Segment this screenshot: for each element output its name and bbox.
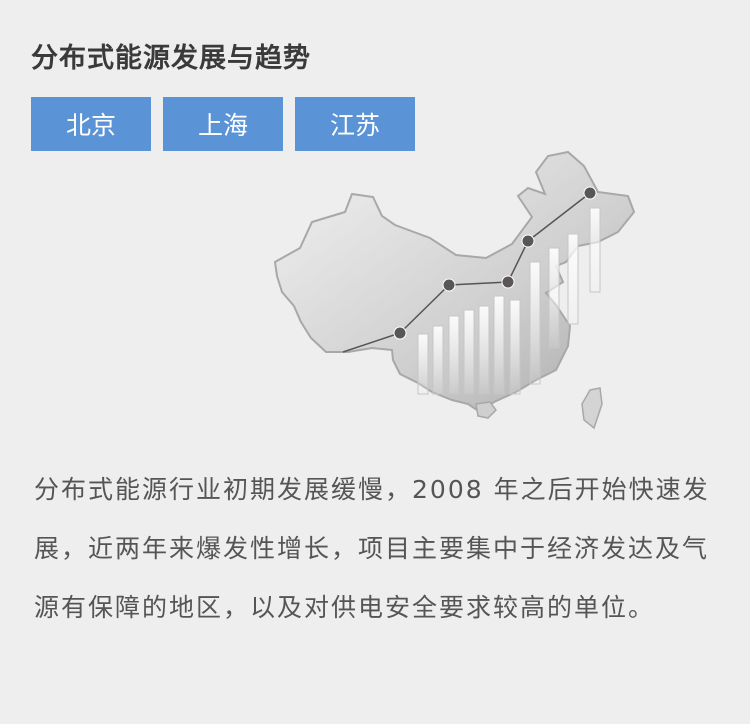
hainan-island-shape — [475, 401, 497, 419]
trend-point — [442, 278, 456, 292]
trend-point — [501, 275, 515, 289]
china-map-illustration — [273, 150, 636, 430]
taiwan-island-shape — [581, 387, 603, 430]
trend-point — [521, 234, 535, 248]
description-paragraph: 分布式能源行业初期发展缓慢，2008 年之后开始快速发展，近两年来爆发性增长，项… — [34, 475, 710, 622]
trend-point — [393, 326, 407, 340]
trend-point — [583, 186, 597, 200]
